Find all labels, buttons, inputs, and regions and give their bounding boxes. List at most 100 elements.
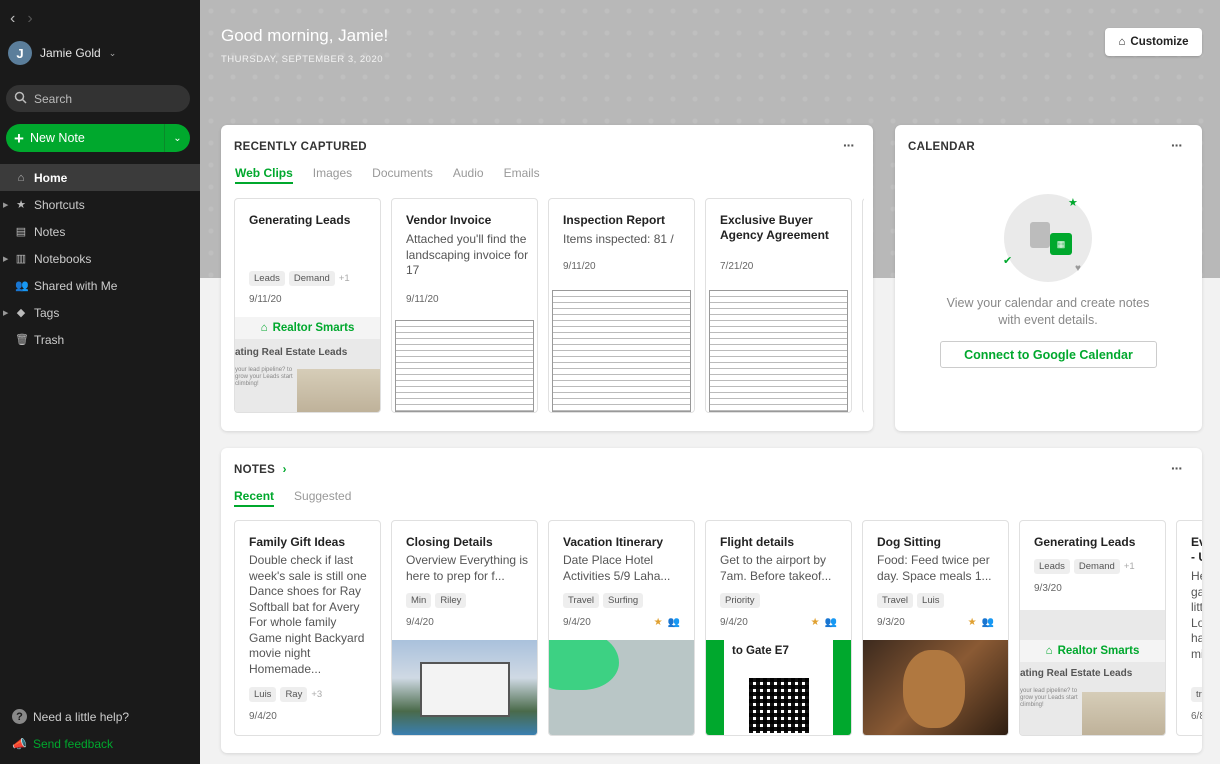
expand-caret-icon[interactable]: ▶ <box>3 255 8 263</box>
history-nav: ‹ › <box>10 10 33 28</box>
sidebar-item-label: Notes <box>34 224 66 239</box>
sidebar-item-notebooks[interactable]: ▶ ▥ Notebooks <box>0 245 200 272</box>
captured-item[interactable]: Exclusive Buyer Agency Agreement 7/21/20 <box>705 198 852 413</box>
house-photo <box>420 662 510 717</box>
star-icon: ★ <box>967 617 977 628</box>
account-name: Jamie Gold <box>40 46 101 60</box>
tab-suggested[interactable]: Suggested <box>294 489 351 507</box>
thumb-text: your lead pipeline? to grow your Leads s… <box>1020 688 1078 708</box>
tag: Riley <box>435 593 467 608</box>
document-icon <box>1030 222 1050 248</box>
note-card[interactable]: Ev - U He ga litt Lo ha mi tr 6/8 <box>1176 520 1202 736</box>
sidebar-item-shortcuts[interactable]: ▶ ★ Shortcuts <box>0 191 200 218</box>
note-status-icons: ★ 👥 <box>968 617 994 628</box>
sidebar-item-trash[interactable]: 🗑 Trash <box>0 326 200 353</box>
captured-item[interactable]: Inspection Report Items inspected: 81 / … <box>548 198 695 413</box>
new-note-dropdown[interactable]: ⌄ <box>164 124 190 152</box>
map-image <box>549 640 619 690</box>
forward-arrow-icon[interactable]: › <box>27 10 32 28</box>
item-title: Generating Leads <box>249 213 351 227</box>
note-date: 9/3/20 <box>877 617 905 628</box>
qr-code <box>749 678 809 733</box>
sidebar-item-tags[interactable]: ▶ ◆ Tags <box>0 299 200 326</box>
note-snippet: Overview Everything is here to prep for … <box>406 553 529 583</box>
shared-icon: 👥 <box>981 617 994 628</box>
boarding-pass: to Gate E7 <box>724 640 833 735</box>
tag: Leads <box>1034 559 1070 574</box>
note-tags: Travel Luis <box>877 593 945 608</box>
customize-button[interactable]: ⌂ Customize <box>1105 28 1202 56</box>
note-tags: Luis Ray +3 <box>249 687 322 702</box>
sidebar: ‹ › J Jamie Gold ⌄ Search + New Note ⌄ ⌂… <box>0 0 200 764</box>
tab-recent[interactable]: Recent <box>234 489 275 507</box>
tab-documents[interactable]: Documents <box>372 166 433 184</box>
note-tags: tr <box>1191 687 1202 702</box>
notes-widget: NOTES › ··· Recent Suggested Family Gift… <box>221 448 1202 753</box>
new-note-button[interactable]: + New Note ⌄ <box>6 124 190 152</box>
capture-tabs: Web Clips Images Documents Audio Emails <box>235 166 540 184</box>
sidebar-item-shared[interactable]: 👥 Shared with Me <box>0 272 200 299</box>
tab-images[interactable]: Images <box>313 166 352 184</box>
trash-icon: 🗑 <box>15 334 29 346</box>
help-link[interactable]: ? Need a little help? <box>12 709 129 724</box>
more-options-icon[interactable]: ··· <box>1171 137 1183 153</box>
note-title: Family Gift Ideas <box>249 535 346 549</box>
house-icon: ⌂ <box>1045 645 1053 657</box>
notes-title-label: NOTES <box>234 464 276 476</box>
note-card[interactable]: Closing Details Overview Everything is h… <box>391 520 538 736</box>
notes-tabs: Recent Suggested <box>234 489 351 507</box>
widget-title[interactable]: NOTES › <box>234 464 287 476</box>
tag: Surfing <box>603 593 644 608</box>
tag: Min <box>406 593 432 608</box>
sidebar-item-notes[interactable]: ▤ Notes <box>0 218 200 245</box>
note-snippet: He ga litt Lo ha mi <box>1191 569 1202 661</box>
megaphone-icon: 📣 <box>12 737 27 751</box>
captured-item[interactable]: Generating Leads Leads Demand +1 9/11/20… <box>234 198 381 413</box>
sidebar-item-label: Shared with Me <box>34 278 118 293</box>
tag: Ray <box>280 687 308 702</box>
item-thumbnail <box>392 317 537 412</box>
note-icon: ▤ <box>15 226 27 238</box>
thumb-text: your lead pipeline? to grow your Leads s… <box>235 367 293 387</box>
star-icon: ★ <box>16 199 26 211</box>
note-card[interactable]: Vacation Itinerary Date Place Hotel Acti… <box>548 520 695 736</box>
back-arrow-icon[interactable]: ‹ <box>10 10 15 28</box>
note-card[interactable]: Dog Sitting Food: Feed twice per day. Sp… <box>862 520 1009 736</box>
chevron-down-icon: ⌄ <box>108 47 117 58</box>
search-input[interactable]: Search <box>6 85 190 112</box>
captured-item[interactable] <box>862 198 864 413</box>
sidebar-item-label: Trash <box>34 332 65 347</box>
tab-emails[interactable]: Emails <box>504 166 540 184</box>
more-options-icon[interactable]: ··· <box>843 137 855 153</box>
note-tags: Min Riley <box>406 593 467 608</box>
note-date: 9/4/20 <box>406 617 434 628</box>
new-note-main[interactable]: + New Note <box>6 124 164 152</box>
expand-caret-icon[interactable]: ▶ <box>3 309 8 317</box>
note-status-icons: ★ 👥 <box>654 617 680 628</box>
sidebar-item-home[interactable]: ⌂ Home <box>0 164 200 191</box>
tag: Travel <box>563 593 600 608</box>
note-date: 9/4/20 <box>249 711 277 722</box>
captured-item[interactable]: Vendor Invoice Attached you'll find the … <box>391 198 538 413</box>
tag: tr <box>1191 687 1202 702</box>
note-card[interactable]: Family Gift Ideas Double check if last w… <box>234 520 381 736</box>
item-snippet: Items inspected: 81 / <box>563 232 674 246</box>
realtor-logo: ⌂ Realtor Smarts <box>1020 640 1165 662</box>
captured-items: Generating Leads Leads Demand +1 9/11/20… <box>234 198 864 413</box>
note-card[interactable]: Flight details Get to the airport by 7am… <box>705 520 852 736</box>
feedback-link[interactable]: 📣 Send feedback <box>12 737 113 751</box>
tag: Priority <box>720 593 760 608</box>
account-switcher[interactable]: J Jamie Gold ⌄ <box>8 41 116 65</box>
tab-web-clips[interactable]: Web Clips <box>235 166 293 184</box>
note-card[interactable]: Generating Leads Leads Demand +1 9/3/20 … <box>1019 520 1166 736</box>
expand-caret-icon[interactable]: ▶ <box>3 201 8 209</box>
new-note-label: New Note <box>29 131 85 145</box>
tab-audio[interactable]: Audio <box>453 166 484 184</box>
more-options-icon[interactable]: ··· <box>1171 460 1183 476</box>
customize-label: Customize <box>1130 36 1189 48</box>
note-date: 9/4/20 <box>720 617 748 628</box>
connect-google-calendar-button[interactable]: Connect to Google Calendar <box>940 341 1157 368</box>
people-icon: 👥 <box>15 280 29 292</box>
widget-title: RECENTLY CAPTURED <box>234 141 367 153</box>
note-thumbnail: ⌂ Realtor Smarts ating Real Estate Leads … <box>1020 610 1165 735</box>
